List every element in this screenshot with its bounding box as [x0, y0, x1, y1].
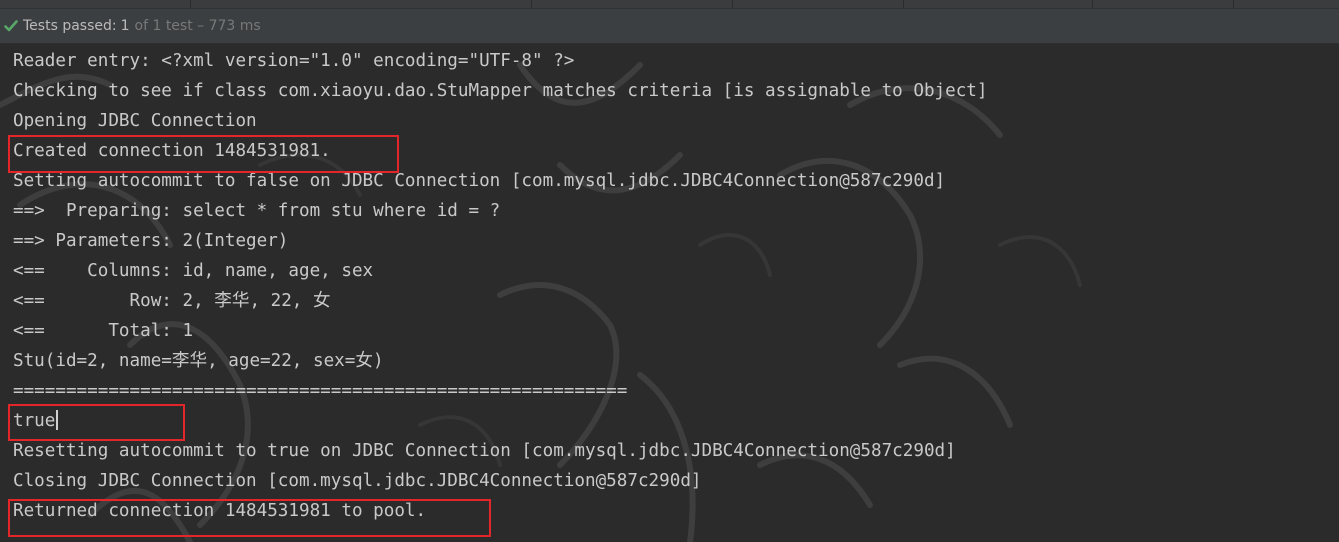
console-line: <== Row: 2, 李华, 22, 女 — [13, 291, 331, 311]
tests-detail: of 1 test – 773 ms — [134, 18, 261, 34]
tests-passed-label: Tests passed: — [23, 18, 117, 34]
highlight-box-true-result — [8, 404, 185, 441]
console-line: Closing JDBC Connection [com.mysql.jdbc.… — [13, 471, 702, 491]
tab-segment[interactable] — [532, 0, 733, 8]
console-output[interactable]: Reader entry: <?xml version="1.0" encodi… — [0, 45, 1339, 542]
test-status-bar: Tests passed: 1 of 1 test – 773 ms — [0, 9, 1339, 44]
console-line: ==> Parameters: 2(Integer) — [13, 231, 289, 251]
check-icon — [3, 18, 19, 34]
console-separator-line: ========================================… — [13, 381, 628, 401]
console-line: Reader entry: <?xml version="1.0" encodi… — [13, 51, 575, 71]
tests-passed-count: 1 — [120, 18, 130, 34]
highlight-box-returned-connection — [8, 499, 491, 537]
tab-segment[interactable] — [1093, 0, 1234, 8]
console-line: ==> Preparing: select * from stu where i… — [13, 201, 501, 221]
tool-window-tabs — [0, 0, 1339, 9]
console-line: <== Total: 1 — [13, 321, 194, 341]
highlight-box-created-connection — [8, 135, 399, 173]
tab-segment[interactable] — [191, 0, 532, 8]
console-line: <== Columns: id, name, age, sex — [13, 261, 374, 281]
console-line: Opening JDBC Connection — [13, 111, 257, 131]
tab-segment[interactable] — [733, 0, 904, 8]
tab-segment[interactable] — [0, 0, 191, 8]
tab-segment[interactable] — [904, 0, 1093, 8]
console-line: Checking to see if class com.xiaoyu.dao.… — [13, 81, 988, 101]
console-line: Stu(id=2, name=李华, age=22, sex=女) — [13, 351, 384, 371]
